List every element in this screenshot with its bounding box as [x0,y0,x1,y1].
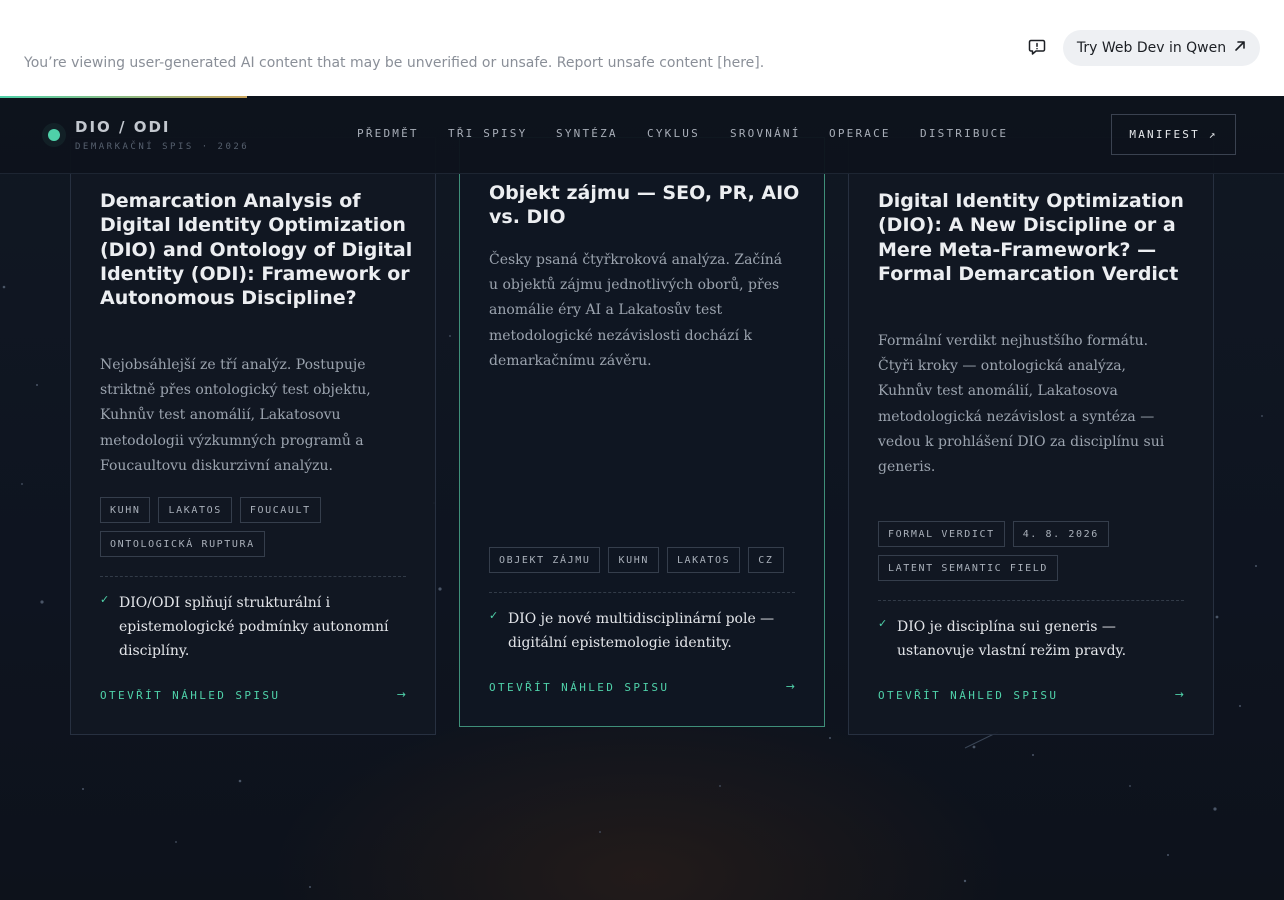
tag: KUHN [100,497,151,523]
nav-item-operace[interactable]: OPERACE [829,127,891,140]
nav-item-synteza[interactable]: SYNTÉZA [556,127,618,140]
open-preview-label: OTEVŘÍT NÁHLED SPISU [878,689,1059,702]
scroll-progress-bar [0,96,247,98]
open-preview-label: OTEVŘÍT NÁHLED SPISU [100,689,281,702]
site-header: DIO / ODI DEMARKAČNÍ SPIS · 2026 PŘEDMĚT… [0,96,1284,174]
report-icon[interactable] [1026,36,1048,58]
verdict-text: DIO je disciplína sui generis — ustanovu… [897,619,1127,659]
card-description: Česky psaná čtyřkroková analýza. Začíná … [489,252,783,369]
card-description: Formální verdikt nejhustšího formátu. Čt… [878,333,1165,476]
dossier-card-2[interactable]: Objekt zájmu — SEO, PR, AIO vs. DIO Česk… [459,137,825,727]
tag: 4. 8. 2026 [1012,521,1109,547]
check-icon: ✓ [100,593,110,606]
notice-text: You’re viewing user-generated AI content… [24,55,765,71]
open-preview-link[interactable]: OTEVŘÍT NÁHLED SPISU → [100,688,406,703]
arrow-right-icon: → [396,688,406,701]
card-title: Digital Identity Optimization (DIO): A N… [878,190,1184,285]
card-title: Objekt zájmu — SEO, PR, AIO vs. DIO [489,182,800,229]
tag: FORMAL VERDICT [878,521,1005,547]
tag: LAKATOS [666,547,741,573]
card-tags: KUHN LAKATOS FOUCAULT ONTOLOGICKÁ RUPTUR… [100,497,410,557]
tag: KUHN [608,547,659,573]
check-icon: ✓ [878,617,888,630]
card-tags: OBJEKT ZÁJMU KUHN LAKATOS CZ [489,547,799,573]
open-preview-label: OTEVŘÍT NÁHLED SPISU [489,681,670,694]
nav-item-predmet[interactable]: PŘEDMĚT [357,127,419,140]
manifest-button[interactable]: MANIFEST ↗ [1111,114,1236,155]
brand-subtitle: DEMARKAČNÍ SPIS · 2026 [75,142,250,152]
tag: LAKATOS [158,497,232,523]
open-preview-link[interactable]: OTEVŘÍT NÁHLED SPISU → [489,680,795,695]
card-title: Demarcation Analysis of Digital Identity… [100,190,413,310]
verdict-text: DIO/ODI splňují strukturální i epistemol… [119,595,389,659]
tag: OBJEKT ZÁJMU [489,547,601,573]
tag: CZ [748,547,784,573]
verdict-text: DIO je nové multidisciplinární pole — di… [508,611,775,651]
open-preview-link[interactable]: OTEVŘÍT NÁHLED SPISU → [878,688,1184,703]
arrow-right-icon: → [1174,688,1184,701]
check-icon: ✓ [489,609,499,622]
card-description: Nejobsáhlejší ze tří analýz. Postupuje s… [100,357,371,474]
card-divider [489,592,795,593]
try-web-dev-button[interactable]: Try Web Dev in Qwen [1063,30,1260,66]
nav-item-cyklus[interactable]: CYKLUS [647,127,700,140]
nav-item-srovnani[interactable]: SROVNÁNÍ [730,127,801,140]
page: DIO / ODI DEMARKAČNÍ SPIS · 2026 PŘEDMĚT… [0,96,1284,900]
arrow-up-right-icon [1234,40,1246,56]
arrow-right-icon: → [785,680,795,693]
card-divider [100,576,406,577]
tag: ONTOLOGICKÁ RUPTURA [100,531,265,557]
dossier-card-3[interactable]: Digital Identity Optimization (DIO): A N… [848,137,1214,735]
try-web-dev-label: Try Web Dev in Qwen [1076,40,1227,56]
notice-bar: You’re viewing user-generated AI content… [0,0,1284,96]
nav-item-tri-spisy[interactable]: TŘI SPISY [448,127,527,140]
card-tags: FORMAL VERDICT 4. 8. 2026 LATENT SEMANTI… [878,521,1188,581]
card-divider [878,600,1184,601]
tag: FOUCAULT [239,497,321,523]
main-nav: PŘEDMĚT TŘI SPISY SYNTÉZA CYKLUS SROVNÁN… [0,127,1284,143]
dossier-card-1[interactable]: Demarcation Analysis of Digital Identity… [70,137,436,735]
nav-item-distribuce[interactable]: DISTRIBUCE [920,127,1008,140]
tag: LATENT SEMANTIC FIELD [878,555,1059,581]
